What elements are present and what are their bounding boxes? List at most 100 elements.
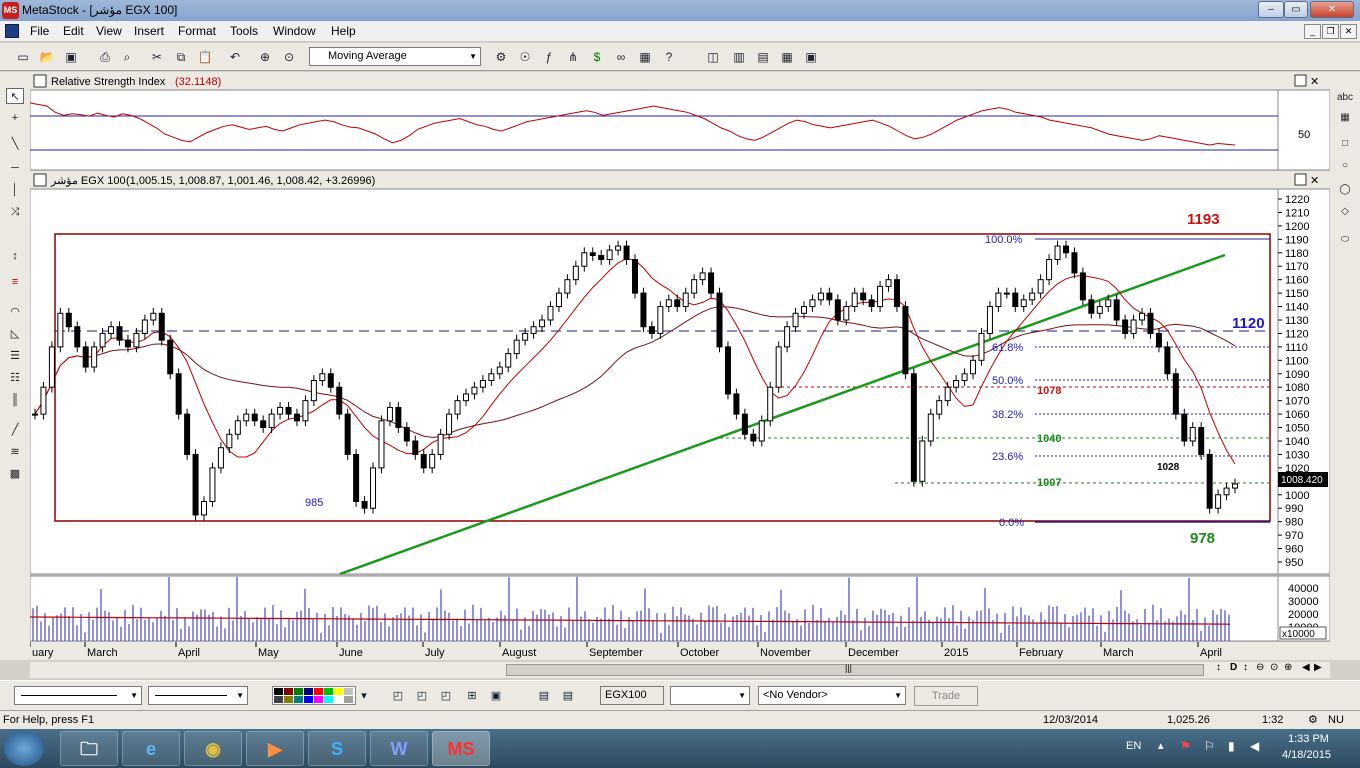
menu-window[interactable]: Window	[273, 24, 316, 38]
grid-tool-icon[interactable]: ▦	[1336, 110, 1354, 126]
channel-tool-icon[interactable]: ╱	[6, 422, 24, 438]
square-tool-icon[interactable]: □	[1336, 136, 1354, 152]
word-task-icon[interactable]: W	[370, 731, 428, 766]
trendline-tool-icon[interactable]: ╲	[6, 136, 24, 152]
zoom-in-icon[interactable]: ⊕	[1284, 662, 1292, 673]
zoom-icon[interactable]: ⊙	[280, 48, 298, 66]
flag-icon[interactable]: ⚐	[1204, 739, 1215, 753]
minimize-button[interactable]: –	[1258, 1, 1284, 18]
network-icon[interactable]: ▮	[1228, 739, 1235, 753]
crosshair-icon[interactable]: ⊕	[256, 48, 274, 66]
binoculars-icon[interactable]: ∞	[612, 48, 630, 66]
speed-line-tool-icon[interactable]: ≋	[6, 444, 24, 460]
circle-tool-icon[interactable]: ◯	[1336, 182, 1354, 198]
mdi-close-icon[interactable]: ✕	[1340, 24, 1357, 39]
media-task-icon[interactable]: ▶	[246, 731, 304, 766]
line-weight-select[interactable]: ▼	[148, 686, 248, 705]
action-center-icon[interactable]: ⚑	[1180, 739, 1191, 753]
horizontal-line-tool-icon[interactable]: ─	[6, 160, 24, 176]
menu-view[interactable]: View	[96, 24, 122, 38]
menu-insert[interactable]: Insert	[134, 24, 164, 38]
maximize-button[interactable]: ▭	[1284, 1, 1308, 18]
system-tester-icon[interactable]: ⋔	[564, 48, 582, 66]
chart-style-2-icon[interactable]: ◰	[414, 688, 430, 704]
rsi-pane-toggle-icon[interactable]	[33, 74, 47, 88]
volume-icon[interactable]: ◀	[1250, 739, 1259, 753]
metastock-task-icon[interactable]: MS	[432, 731, 490, 766]
trade-button[interactable]: Trade	[914, 686, 978, 706]
chart-style-7-icon[interactable]: ▤	[560, 688, 576, 704]
print-preview-icon[interactable]: ⌕	[118, 48, 136, 66]
mdi-restore-icon[interactable]: ❐	[1322, 24, 1339, 39]
undo-icon[interactable]: ↶	[226, 48, 244, 66]
cut-icon[interactable]: ✂	[148, 48, 166, 66]
buy-sell-tool-icon[interactable]: ⤨	[6, 204, 24, 220]
menu-edit[interactable]: Edit	[63, 24, 84, 38]
vertical-line-tool-icon[interactable]: │	[6, 182, 24, 198]
open-icon[interactable]: 📂	[38, 48, 56, 66]
price-close-icon[interactable]: ✕	[1310, 175, 1319, 187]
new-icon[interactable]: ▭	[14, 48, 32, 66]
ellipse-tool-icon[interactable]: ○	[1336, 158, 1354, 174]
gann-tool-icon[interactable]: ▩	[6, 466, 24, 482]
rsi-close-icon[interactable]: ✕	[1310, 76, 1319, 88]
menu-help[interactable]: Help	[331, 24, 356, 38]
clock-date[interactable]: 4/18/2015	[1282, 749, 1331, 761]
fib-fan-tool-icon[interactable]: ☰	[6, 348, 24, 364]
tile-grid-icon[interactable]: ▦	[778, 48, 796, 66]
zoom-out-icon[interactable]: ⊖	[1256, 662, 1264, 673]
tray-expand-icon[interactable]: ▴	[1158, 739, 1164, 752]
color-palette[interactable]	[272, 686, 356, 705]
periodicity-button[interactable]: D	[1230, 662, 1237, 673]
mdi-minimize-icon[interactable]: _	[1304, 24, 1321, 39]
tile-vertical-icon[interactable]: ▥	[730, 48, 748, 66]
chart-style-6-icon[interactable]: ▤	[536, 688, 552, 704]
save-icon[interactable]: ▣	[62, 48, 80, 66]
period-select[interactable]: ▼	[670, 686, 750, 705]
document-icon[interactable]	[5, 24, 19, 38]
arrange-icon[interactable]: ▣	[802, 48, 820, 66]
tile-windows-icon[interactable]: ◫	[704, 48, 722, 66]
symbol-box[interactable]: EGX100	[600, 686, 664, 705]
scroll-left-icon[interactable]: ◀	[1302, 662, 1310, 673]
paste-icon[interactable]: 📋	[196, 48, 214, 66]
dollar-icon[interactable]: $	[588, 48, 606, 66]
explorer-task-icon[interactable]: 🗀	[60, 731, 118, 766]
chart-style-5-icon[interactable]: ▣	[488, 688, 504, 704]
tile-horizontal-icon[interactable]: ▤	[754, 48, 772, 66]
text-tool-icon[interactable]: abc	[1336, 90, 1354, 106]
crosshair-tool-icon[interactable]: +	[6, 110, 24, 126]
calculator-icon[interactable]: ▦	[636, 48, 654, 66]
scroll-right-icon[interactable]: ▶	[1314, 662, 1322, 673]
chart-style-1-icon[interactable]: ◰	[390, 688, 406, 704]
metastock-app-icon[interactable]: MS	[2, 2, 19, 19]
vendor-select[interactable]: <No Vendor> ▼	[758, 686, 906, 705]
fan-tool-icon[interactable]: ◺	[6, 326, 24, 342]
expert-advisor-icon[interactable]: ⚙	[492, 48, 510, 66]
horizontal-scrollbar[interactable]: |||	[506, 663, 1204, 676]
palette-dropdown-icon[interactable]: ▾	[356, 688, 372, 704]
zoom-reset-icon[interactable]: ⊙	[1270, 662, 1278, 673]
raff-channel-tool-icon[interactable]: ⬭	[1336, 232, 1354, 248]
price-restore-icon[interactable]	[1294, 173, 1307, 186]
diamond-tool-icon[interactable]: ◇	[1336, 204, 1354, 220]
explorer-icon[interactable]: ☉	[516, 48, 534, 66]
chart-style-4-icon[interactable]: ⊞	[464, 688, 480, 704]
menu-format[interactable]: Format	[178, 24, 216, 38]
close-button[interactable]: ✕	[1310, 1, 1354, 18]
pointer-tool-icon[interactable]: ↖	[6, 88, 24, 104]
clock-time[interactable]: 1:33 PM	[1288, 733, 1329, 745]
menu-file[interactable]: File	[30, 24, 49, 38]
ie-task-icon[interactable]: e	[122, 731, 180, 766]
menu-tools[interactable]: Tools	[230, 24, 258, 38]
copy-icon[interactable]: ⧉	[172, 48, 190, 66]
chart-style-3-icon[interactable]: ◰	[438, 688, 454, 704]
cycle-lines-tool-icon[interactable]: ║	[6, 392, 24, 408]
print-icon[interactable]: ⎙	[96, 48, 114, 66]
arrows-tool-icon[interactable]: ↕	[6, 248, 24, 264]
retracement-tool-icon[interactable]: ☷	[6, 370, 24, 386]
line-style-select[interactable]: ▼	[14, 686, 142, 705]
arc-tool-icon[interactable]: ◠	[6, 304, 24, 320]
price-pane-toggle-icon[interactable]	[33, 173, 47, 187]
start-button-icon[interactable]	[4, 731, 44, 766]
